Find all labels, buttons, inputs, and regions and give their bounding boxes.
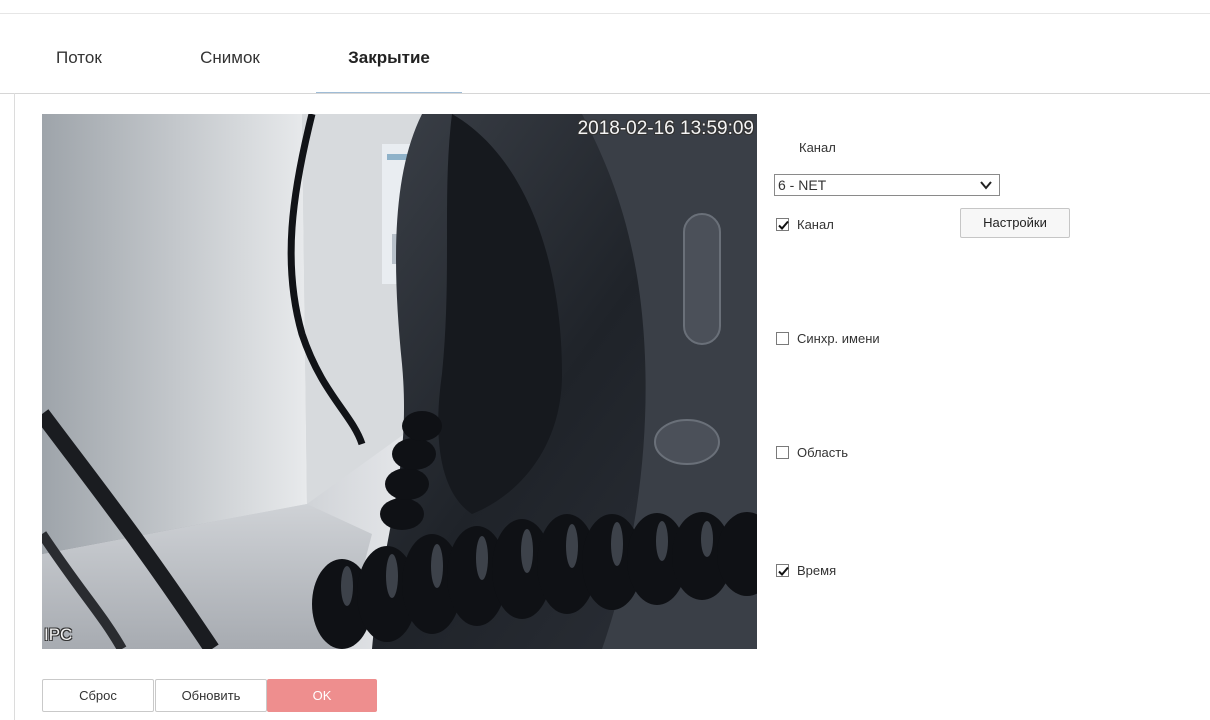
- area-checkbox-label: Область: [797, 445, 849, 460]
- settings-button[interactable]: Настройки: [960, 208, 1070, 238]
- refresh-button[interactable]: Обновить: [155, 679, 267, 712]
- camera-preview[interactable]: 2018-02-16 13:59:09 IPC: [42, 114, 757, 649]
- channel-checkbox[interactable]: [776, 218, 789, 231]
- tab-bar-border: [0, 93, 1210, 94]
- content-left-border: [14, 93, 15, 720]
- tab-bar: Поток Снимок Закрытие: [14, 40, 1210, 94]
- tab-stream[interactable]: Поток: [42, 40, 142, 92]
- sync-name-checkbox-label: Синхр. имени: [797, 331, 880, 346]
- reset-button[interactable]: Сброс: [42, 679, 154, 712]
- time-checkbox-label: Время: [797, 563, 837, 578]
- tab-cover[interactable]: Закрытие: [316, 40, 462, 92]
- sync-name-checkbox[interactable]: [776, 332, 789, 345]
- osd-camera-name: IPC: [44, 625, 73, 644]
- checkmark-icon: [778, 220, 789, 230]
- chevron-down-icon: [980, 181, 992, 190]
- channel-title-label: Канал: [799, 140, 836, 155]
- camera-image: [42, 114, 757, 649]
- ok-button[interactable]: OK: [267, 679, 377, 712]
- top-divider: [0, 13, 1210, 14]
- tab-snapshot[interactable]: Снимок: [160, 40, 300, 92]
- channel-checkbox-label: Канал: [797, 217, 834, 232]
- time-checkbox[interactable]: [776, 564, 789, 577]
- channel-select-value: 6 - NET: [778, 177, 827, 193]
- area-checkbox[interactable]: [776, 446, 789, 459]
- osd-timestamp: 2018-02-16 13:59:09: [577, 118, 754, 139]
- channel-select[interactable]: 6 - NET: [774, 174, 1000, 196]
- checkmark-icon: [778, 566, 789, 576]
